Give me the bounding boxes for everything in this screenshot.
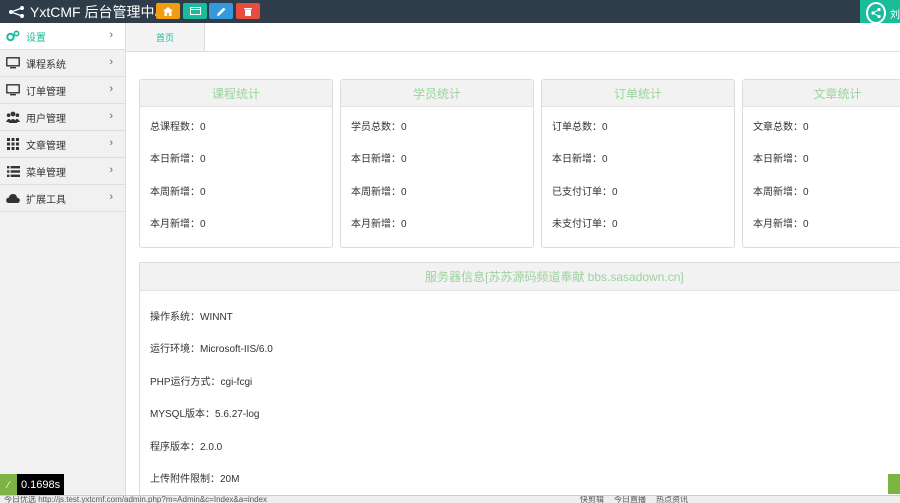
server-info-row: 操作系统：WINNT: [150, 311, 233, 323]
sidebar-item-settings[interactable]: 设置 ›: [0, 23, 125, 50]
sidebar-item-orders[interactable]: 订单管理 ›: [0, 77, 125, 104]
order-stats-card: 订单统计 订单总数：0 本日新增：0 已支付订单：0 未支付订单：0: [541, 79, 735, 248]
stat-row: 本日新增：0: [753, 154, 809, 166]
users-icon: [6, 111, 20, 123]
sidebar-item-label: 扩展工具: [26, 194, 66, 206]
server-info-row: 运行环境：Microsoft-IIS/6.0: [150, 344, 273, 356]
stat-row: 本月新增：0: [753, 219, 809, 231]
brand[interactable]: YxtCMF 后台管理中心: [8, 2, 168, 21]
gears-icon: [6, 30, 20, 42]
sidebar-item-label: 设置: [26, 32, 46, 44]
edit-button[interactable]: [209, 3, 233, 19]
sidebar-item-menus[interactable]: 菜单管理 ›: [0, 158, 125, 185]
timer-value: 0.1698s: [17, 474, 65, 496]
stat-row: 总课程数：0: [150, 121, 206, 133]
stat-row: 未支付订单：0: [552, 219, 618, 231]
stat-row: 学员总数：0: [351, 121, 407, 133]
page-timer[interactable]: ∕ 0.1698s: [0, 474, 65, 496]
card-title: 文章统计: [743, 80, 900, 107]
share-icon: [866, 2, 886, 24]
trash-button[interactable]: [236, 3, 260, 19]
sidebar-item-label: 课程系统: [26, 59, 66, 71]
status-link[interactable]: 热点资讯: [656, 496, 688, 503]
app-title: YxtCMF 后台管理中心: [30, 3, 169, 20]
student-stats-card: 学员统计 学员总数：0 本日新增：0 本周新增：0 本月新增：0: [340, 79, 534, 248]
sidebar-item-users[interactable]: 用户管理 ›: [0, 104, 125, 131]
server-info-title: 服务器信息[苏苏源码频道奉献 bbs.sasadown.cn]: [140, 263, 900, 291]
stat-row: 本月新增：0: [351, 219, 407, 231]
home-icon: [163, 6, 173, 16]
browser-status-bar: 今日优选 http://js.test.yxtcmf.com/admin.php…: [0, 495, 900, 503]
status-link[interactable]: 快剪辑: [580, 496, 604, 503]
sidebar: 设置 › 课程系统 › 订单管理 › 用户管理 › 文章管理 › 菜单管理 ›: [0, 23, 126, 495]
chevron-right-icon: ›: [109, 137, 113, 149]
monitor-icon: [6, 84, 20, 96]
stat-row: 已支付订单：0: [552, 186, 618, 198]
stat-row: 本周新增：0: [753, 186, 809, 198]
user-label: 刘: [890, 9, 900, 21]
card-title: 学员统计: [341, 80, 533, 107]
server-info-panel: 服务器信息[苏苏源码频道奉献 bbs.sasadown.cn] 操作系统：WIN…: [139, 262, 900, 503]
home-button[interactable]: [156, 3, 180, 19]
sidebar-item-label: 文章管理: [26, 140, 66, 152]
trash-icon: [244, 7, 252, 16]
server-info-row: 上传附件限制：20M: [150, 474, 240, 486]
chevron-right-icon: ›: [109, 83, 113, 95]
sidebar-item-label: 订单管理: [26, 86, 66, 98]
chevron-right-icon: ›: [109, 110, 113, 122]
chevron-right-icon: ›: [109, 56, 113, 68]
card-title: 订单统计: [542, 80, 734, 107]
article-stats-card: 文章统计 文章总数：0 本日新增：0 本周新增：0 本月新增：0: [742, 79, 900, 248]
tab-home[interactable]: 首页: [126, 23, 205, 51]
stat-row: 文章总数：0: [753, 121, 809, 133]
sidebar-item-articles[interactable]: 文章管理 ›: [0, 131, 125, 158]
sidebar-item-label: 用户管理: [26, 113, 66, 125]
chevron-right-icon: ›: [109, 191, 113, 203]
tab-strip: 首页: [126, 23, 900, 52]
corner-leaf-icon[interactable]: [888, 474, 900, 494]
chevron-right-icon: ›: [109, 164, 113, 176]
pencil-icon: [216, 7, 225, 16]
leaf-icon: ∕: [0, 474, 17, 496]
sidebar-item-extensions[interactable]: 扩展工具 ›: [0, 185, 125, 212]
grid-icon: [6, 138, 20, 150]
server-info-row: 程序版本：2.0.0: [150, 441, 223, 453]
status-url: 今日优选 http://js.test.yxtcmf.com/admin.php…: [4, 495, 267, 503]
status-link[interactable]: 今日直播: [614, 496, 646, 503]
server-info-row: PHP运行方式：cgi-fcgi: [150, 376, 253, 388]
card-title: 课程统计: [140, 80, 332, 107]
stat-row: 本日新增：0: [552, 154, 608, 166]
list-icon: [6, 165, 20, 177]
stat-row: 本周新增：0: [150, 186, 206, 198]
stat-row: 本月新增：0: [150, 219, 206, 231]
stat-row: 本日新增：0: [150, 154, 206, 166]
list-button[interactable]: [183, 3, 207, 19]
top-bar: YxtCMF 后台管理中心 刘: [0, 0, 900, 26]
sidebar-item-course-system[interactable]: 课程系统 ›: [0, 50, 125, 77]
stat-row: 订单总数：0: [552, 121, 608, 133]
stat-row: 本日新增：0: [351, 154, 407, 166]
chevron-right-icon: ›: [109, 29, 113, 41]
monitor-icon: [6, 57, 20, 69]
cloud-icon: [6, 192, 20, 204]
server-info-row: MYSQL版本：5.6.27-log: [150, 409, 260, 421]
window-icon: [189, 7, 201, 15]
course-stats-card: 课程统计 总课程数：0 本日新增：0 本周新增：0 本月新增：0: [139, 79, 333, 248]
sidebar-item-label: 菜单管理: [26, 167, 66, 179]
share-nodes-icon: [9, 5, 24, 18]
stat-row: 本周新增：0: [351, 186, 407, 198]
